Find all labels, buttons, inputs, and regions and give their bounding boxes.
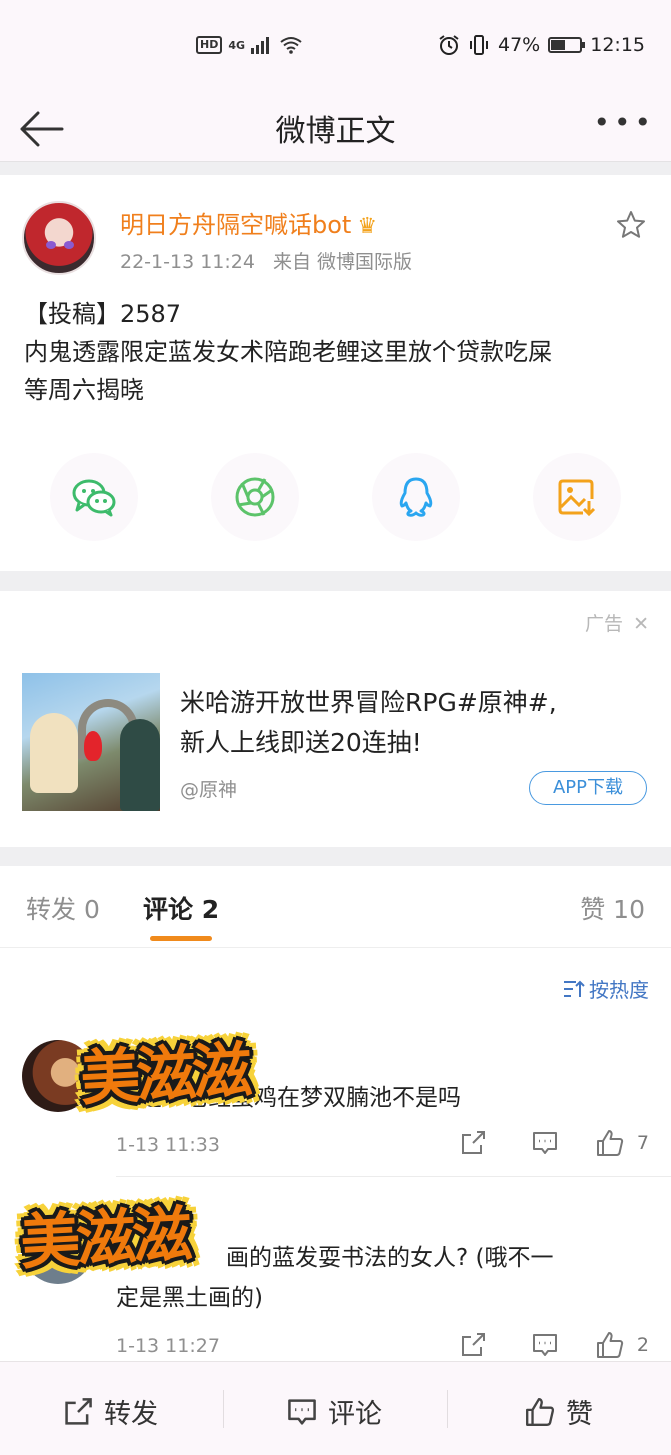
tab-bar: 转发 0 评论 2 赞 10 [0,866,671,948]
vip-crown-icon: ♛ [357,214,378,239]
like-button[interactable]: 赞 [524,1392,593,1431]
status-right: 47% 12:15 [438,34,645,56]
bottom-action-bar: 转发 评论 赞 [0,1361,671,1455]
post-source: 来自 微博国际版 [273,251,413,273]
moments-aperture-icon [235,477,275,517]
clock: 12:15 [590,34,645,56]
comment-reply-button[interactable] [509,1129,581,1157]
repost-icon [462,1333,485,1356]
page-title: 微博正文 [275,114,396,149]
comment-button[interactable]: 评论 [286,1392,382,1431]
meizizi-sticker: 美滋滋 [18,1199,191,1279]
sort-icon [564,980,585,997]
comment-time: 1-13 11:27 [116,1335,220,1357]
ad-card[interactable]: 广告 ✕ 米哈游开放世界冒险RPG#原神#, 新人上线即送20连抽! @原神 A… [0,591,671,847]
alarm-icon [439,35,459,55]
comment-icon [533,1132,557,1154]
post-text-line: 【投稿】2587 [24,300,182,328]
meizizi-sticker: 美滋滋 [78,1035,251,1115]
like-count: 7 [636,1132,649,1154]
battery-fill [551,40,566,50]
post-meta: 22-1-13 11:24 来自 微博国际版 [120,247,412,274]
comment-repost-button[interactable] [437,1129,509,1157]
tab-likes[interactable]: 赞 10 [580,890,645,926]
avatar-eye-left [46,241,56,249]
thumb-character-right [120,719,160,811]
share-qq-button[interactable] [372,453,460,541]
post-card: 明日方舟隔空喊话bot ♛ 22-1-13 11:24 来自 微博国际版 【投稿】… [0,175,671,571]
comment-time: 1-13 11:33 [116,1134,220,1156]
tab-comments[interactable]: 评论 2 [143,890,219,926]
status-bar: HD 4G 47% 12:15 [0,0,671,96]
comment-text-line: 画的蓝发耍书法的女人? (哦不一 [226,1245,554,1271]
comment-text: 画的蓝发耍书法的女人? (哦不一 定是黑土画的) [116,1238,656,1318]
comment-like-button[interactable]: 2 [581,1330,649,1360]
comment-like-button[interactable]: 7 [581,1128,649,1158]
thumbs-up-icon [596,1130,624,1156]
save-image-button[interactable] [533,453,621,541]
comments-section: 转发 0 评论 2 赞 10 按热度 但是一老鲤蛋鸡在梦双腩池不是吗 1-13 … [0,866,671,1361]
battery-percent: 47% [498,34,541,56]
signal-type: 4G [228,38,246,52]
avatar-eye-right [64,241,74,249]
nav-bar: 微博正文 ••• [0,96,671,162]
signal-icon [251,37,270,54]
comment-icon [533,1334,557,1356]
repost-icon [462,1131,485,1154]
ad-title[interactable]: 米哈游开放世界冒险RPG#原神#, 新人上线即送20连抽! [180,683,640,763]
ad-thumbnail[interactable] [22,673,160,811]
vibrate-icon [470,35,488,55]
sort-label: 按热度 [589,978,649,1002]
author-avatar[interactable] [22,201,96,275]
repost-button[interactable]: 转发 [62,1392,158,1431]
divider [223,1390,224,1428]
comment-actions: 2 [437,1330,649,1360]
share-moments-button[interactable] [211,453,299,541]
author-name[interactable]: 明日方舟隔空喊话bot ♛ [120,205,377,240]
comment-divider [116,1176,671,1177]
repost-icon [65,1397,92,1425]
thumbs-up-icon [596,1332,624,1358]
ad-source: @原神 [180,779,238,801]
save-image-icon [558,479,596,517]
thumbs-up-icon [526,1397,555,1426]
ad-label[interactable]: 广告 ✕ [585,609,649,636]
wechat-icon [72,479,116,517]
status-network: HD 4G [196,36,303,54]
more-options-icon[interactable]: ••• [593,106,655,139]
comment-repost-button[interactable] [437,1331,509,1359]
post-text-line: 等周六揭晓 [24,376,144,404]
battery-icon [548,37,586,53]
repost-label: 转发 [104,1399,158,1430]
share-wechat-button[interactable] [50,453,138,541]
author-name-text: 明日方舟隔空喊话bot [120,211,352,239]
share-row [0,453,671,543]
comment-text-line: 定是黑土画的) [116,1285,263,1311]
comment-actions: 7 [437,1128,649,1158]
tab-repost[interactable]: 转发 0 [26,890,100,926]
comment-icon [288,1398,316,1425]
wifi-icon [280,37,302,54]
thumb-flame [84,731,102,761]
like-label: 赞 [566,1399,593,1430]
sort-by-hot-button[interactable]: 按热度 [563,974,649,1003]
close-icon[interactable]: ✕ [633,613,649,635]
ad-title-line: 新人上线即送20连抽! [180,728,422,757]
like-count: 2 [636,1334,649,1356]
favorite-star-icon[interactable] [615,209,647,241]
app-download-button[interactable]: APP下载 [529,771,647,805]
thumb-character-left [30,713,78,793]
ad-label-text: 广告 [585,613,624,635]
post-date: 22-1-13 11:24 [120,251,255,273]
comment-label: 评论 [328,1399,382,1430]
post-body: 【投稿】2587 内鬼透露限定蓝发女术陪跑老鲤这里放个贷款吃屎 等周六揭晓 [24,295,654,409]
comment-reply-button[interactable] [509,1331,581,1359]
ad-title-line: 米哈游开放世界冒险RPG#原神#, [180,688,557,717]
hd-badge: HD [196,36,223,54]
divider [447,1390,448,1428]
active-tab-indicator [150,936,212,941]
post-text-line: 内鬼透露限定蓝发女术陪跑老鲤这里放个贷款吃屎 [24,338,552,366]
qq-penguin-icon [399,477,433,517]
